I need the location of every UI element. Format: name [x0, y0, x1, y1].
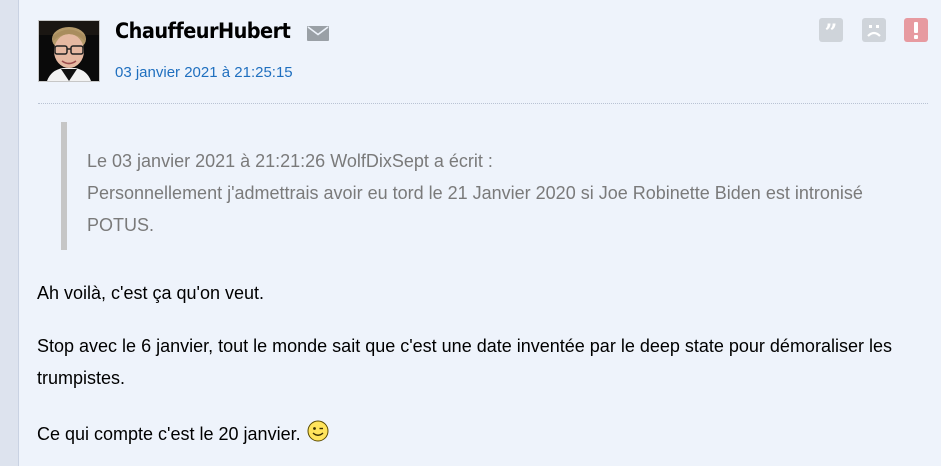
report-sad-button[interactable] [862, 18, 886, 42]
wink-smiley-icon [307, 420, 329, 452]
message-paragraph: Ah voilà, c'est ça qu'on veut. [37, 283, 265, 303]
quote-header: Le 03 janvier 2021 à 21:21:26 WolfDixSep… [87, 151, 493, 171]
quote-text: Le 03 janvier 2021 à 21:21:26 WolfDixSep… [87, 145, 917, 241]
avatar-image [39, 21, 99, 81]
alert-button[interactable] [904, 18, 928, 42]
quote-icon: ” [825, 20, 838, 42]
quote-block: Le 03 janvier 2021 à 21:21:26 WolfDixSep… [61, 122, 917, 250]
envelope-icon[interactable] [307, 26, 329, 46]
quote-body: Personnellement j'admettrais avoir eu to… [87, 183, 863, 235]
post-date-link[interactable]: 03 janvier 2021 à 21:25:15 [115, 64, 293, 81]
svg-text:”: ” [825, 20, 838, 42]
message-paragraph: Stop avec le 6 janvier, tout le monde sa… [37, 336, 892, 388]
avatar[interactable] [38, 20, 100, 82]
header-divider [38, 103, 928, 104]
quote-button[interactable]: ” [819, 18, 843, 42]
alert-icon [914, 22, 918, 39]
message-text: Ce qui compte c'est le 20 janvier. [37, 424, 301, 444]
sad-face-icon [867, 25, 881, 37]
forum-post: ChauffeurHubert 03 janvier 2021 à 21:25:… [18, 0, 941, 466]
message-paragraph-last: Ce qui compte c'est le 20 janvier. [37, 418, 917, 452]
author-name[interactable]: ChauffeurHubert [115, 19, 291, 43]
